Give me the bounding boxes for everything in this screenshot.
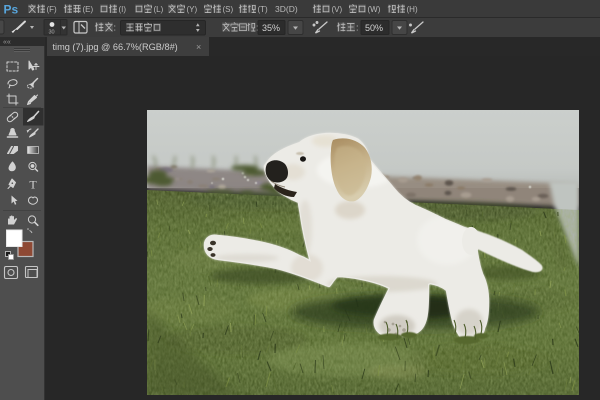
svg-text:35%: 35% xyxy=(262,23,280,33)
svg-text:««: «« xyxy=(3,39,11,46)
svg-text:(V): (V) xyxy=(332,5,343,14)
svg-text:Ps: Ps xyxy=(4,3,19,17)
svg-text:30: 30 xyxy=(49,30,55,36)
svg-text:timg (7).jpg @ 66.7%(RGB/8#): timg (7).jpg @ 66.7%(RGB/8#) xyxy=(53,42,178,52)
svg-text:(E): (E) xyxy=(83,5,94,14)
svg-text::: : xyxy=(114,23,117,33)
svg-text:(L): (L) xyxy=(154,5,164,14)
svg-text:(W): (W) xyxy=(368,5,381,14)
svg-text:(H): (H) xyxy=(407,5,418,14)
svg-text:T: T xyxy=(29,178,37,192)
svg-text:(I): (I) xyxy=(119,5,127,14)
svg-text:×: × xyxy=(196,42,201,52)
svg-text:(S): (S) xyxy=(223,5,234,14)
svg-text:(Y): (Y) xyxy=(187,5,198,14)
svg-text:(F): (F) xyxy=(47,5,58,14)
svg-text::: : xyxy=(356,23,359,33)
svg-text:(T): (T) xyxy=(258,5,269,14)
svg-text:50%: 50% xyxy=(365,23,383,33)
svg-text:3D(D): 3D(D) xyxy=(275,4,298,14)
